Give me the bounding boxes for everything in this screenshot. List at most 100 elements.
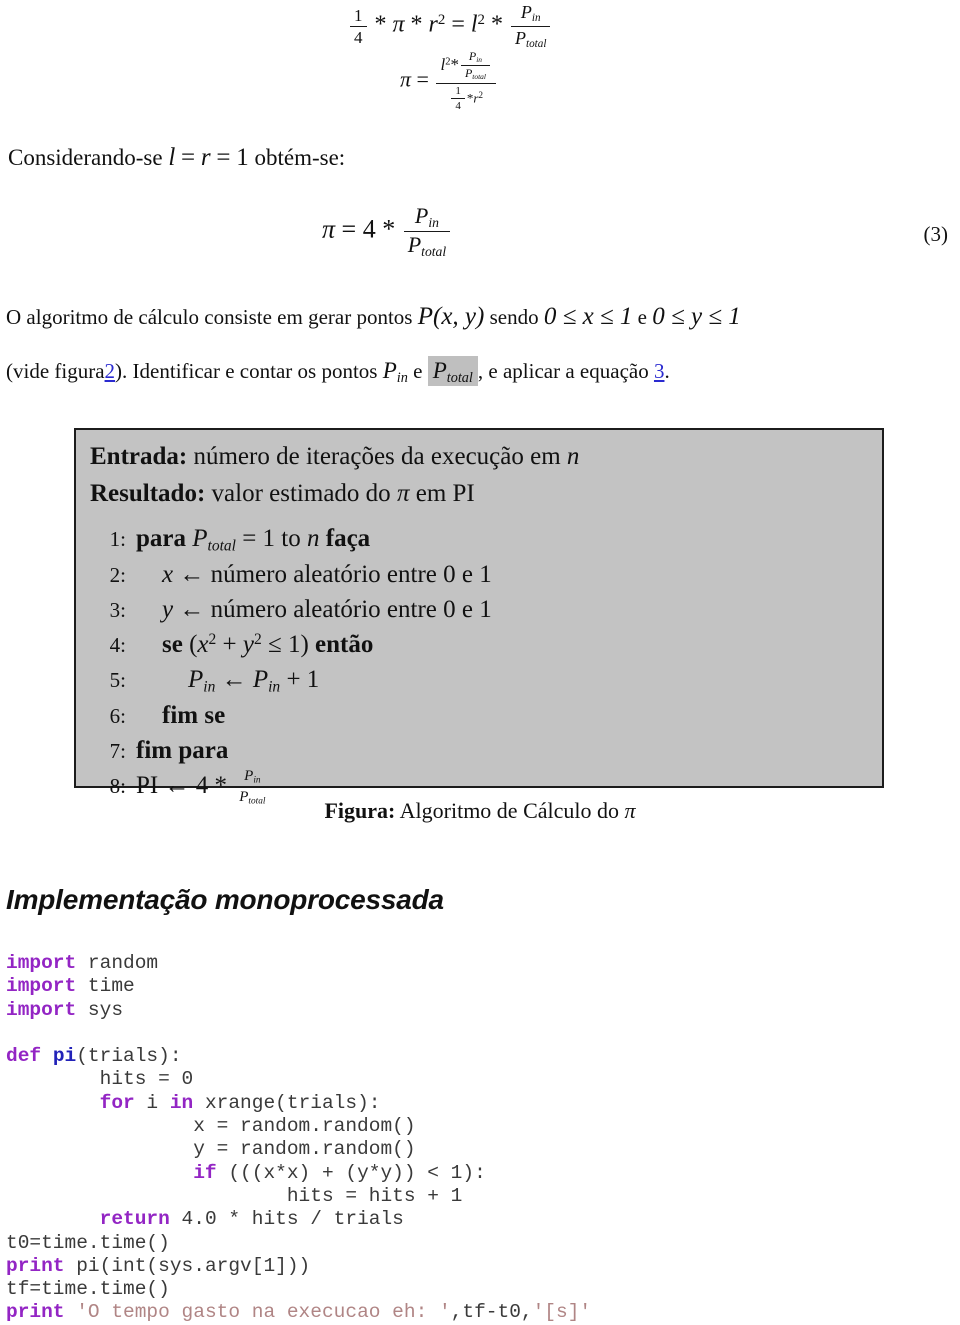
paragraph-text: Considerando-se [8,145,163,170]
equals-sign: = [451,11,465,38]
equation-3: π = 4 * Pin Ptotal [322,203,452,259]
exponent: 2 [478,89,483,100]
paragraph-algoritmo: O algoritmo de cálculo consiste em gerar… [6,303,741,331]
code-line: if (((x*x) + (y*y)) < 1): [6,1162,591,1185]
code-token: in [169,1091,194,1114]
algorithm-step-row: 3: y ← número aleatório entre 0 e 1 [90,592,882,627]
variable-x: x [197,631,209,659]
code-line: t0=time.time() [6,1232,591,1255]
algorithm-spacer [76,513,882,521]
fraction-denominator: 4 [354,27,363,47]
keyword-entao: então [315,631,374,659]
fraction-numerator: Pin [235,768,270,789]
code-token: print [6,1301,65,1324]
paragraph-text: . [664,359,670,383]
subscript-in: in [476,55,483,65]
pi-symbol: π [400,66,412,92]
variable-r: r [428,11,438,38]
code-token: sys [76,998,124,1021]
fraction-outer: l2* Pin Ptotal 1 4 *r2 [436,49,496,112]
fraction-pin-ptotal: Pin Ptotal [403,203,451,259]
algorithm-step-number: 6: [109,704,126,729]
figure-caption: Figura: Algoritmo de Cálculo do π [0,798,960,824]
subscript-in: in [253,775,261,786]
value-one: 1 [236,144,249,171]
algorithm-step-number: 7: [109,739,126,764]
algorithm-step-row: 6: fim se [90,698,882,733]
code-token: ,tf-t0, [450,1301,533,1324]
link-figura-2[interactable]: 2 [105,359,116,383]
paragraph-considerando: Considerando-se l = r = 1 obtém-se: [8,144,345,172]
algorithm-step-row: 1: para Ptotal = 1 to n faça [90,521,882,557]
algorithm-result-line: Resultado: valor estimado do π em PI [90,477,882,512]
operator-asterisk: * [490,11,503,38]
symbol-P: P [252,666,269,694]
code-token: tf=time.time() [6,1278,170,1301]
paragraph-vide-figura: (vide figura2). Identificar e contar os … [6,356,670,387]
paragraph-text: e [637,305,647,329]
code-token: import [6,975,77,998]
fraction-numerator: 1 [451,85,465,100]
coefficient: 4 * [195,772,227,800]
fraction-numerator: 1 [350,6,367,27]
keyword-se: se [162,631,183,659]
algorithm-step-body: se (x2 + y2 ≤ 1) então [136,627,373,662]
operator-asterisk: * [374,11,387,38]
subscript-in: in [428,214,439,230]
symbol-P: P [407,232,422,258]
subscript-in: in [203,678,216,696]
range-x: 0 ≤ x ≤ 1 [543,303,633,330]
algorithm-step-row: 5: Pin ← Pin + 1 [90,662,882,698]
algorithm-result-text: em PI [415,479,475,507]
keyword-fim-se: fim se [162,702,226,730]
symbol-P: P [382,358,397,383]
code-line: import time [6,975,591,998]
paragraph-text: obtém-se: [254,145,346,170]
code-token: if [193,1161,217,1184]
algorithm-result-label: Resultado: [90,479,206,507]
code-token: time [76,975,135,998]
algorithm-step-number: 3: [109,598,126,623]
subscript-total: total [207,537,236,555]
algorithm-step-number: 2: [109,563,126,588]
operator-asterisk: * [382,214,396,244]
paragraph-text: e [413,359,423,383]
code-token: '[s]' [532,1301,592,1324]
exponent: 2 [253,630,262,648]
label-PI: PI [136,772,159,800]
code-token: y = random.random() [6,1138,416,1161]
keyword-para: para [136,525,186,552]
operator-asterisk: * [450,54,459,74]
paragraph-text: ). Identificar e contar os pontos [115,359,378,383]
fraction-denominator: Ptotal [511,27,550,51]
exponent: 2 [477,11,485,28]
symbol-P: P [414,203,429,228]
code-line: hits = hits + 1 [6,1185,591,1208]
equals-sign: = [216,144,231,171]
code-token: for [99,1091,135,1114]
keyword-fim-para: fim para [136,737,229,765]
code-token: (((x*x) + (y*y)) < 1): [216,1161,486,1184]
code-line: for i in xrange(trials): [6,1092,591,1115]
code-line: y = random.random() [6,1138,591,1161]
fraction-pin-ptotal: Pin Ptotal [460,49,490,82]
pi-symbol: π [322,214,336,244]
paragraph-text: sendo [489,305,539,329]
symbol-P: P [188,666,204,694]
algorithm-step-row: 2: x ← número aleatório entre 0 e 1 [90,557,882,592]
algorithm-step-text: número aleatório entre 0 e 1 [210,561,492,589]
symbol-P: P [244,768,254,785]
link-equacao-3[interactable]: 3 [654,359,665,383]
fraction-one-quarter: 1 4 [350,6,367,47]
coefficient: 4 [362,214,376,244]
variable-y: y [162,596,174,624]
variable-n: n [566,443,580,470]
equation-3-row: π = 4 * Pin Ptotal (3) [0,196,960,274]
algorithm-step-row: 4: se (x2 + y2 ≤ 1) então [90,627,882,662]
code-token: pi(int(sys.argv[1])) [64,1254,311,1277]
assign-arrow-icon: ← [164,772,190,800]
algorithm-figure-box: Entrada: número de iterações da execução… [74,428,884,807]
